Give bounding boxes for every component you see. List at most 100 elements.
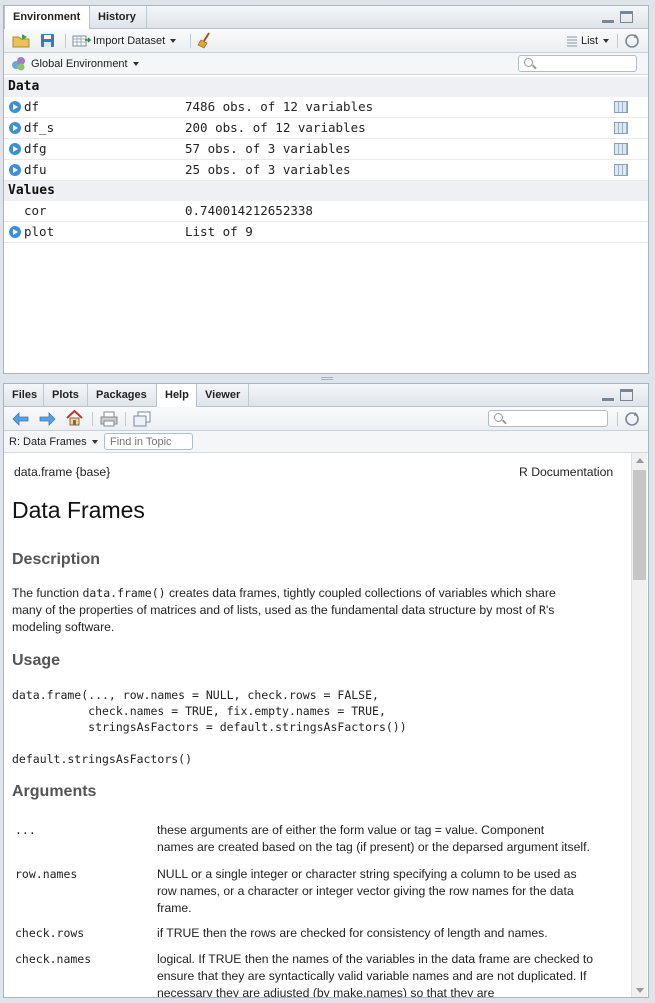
splitter-grip-icon (321, 377, 333, 380)
minimize-icon[interactable] (602, 20, 614, 23)
expand-arrow-icon[interactable] (9, 164, 21, 176)
argument-row: ... these arguments are of either the fo… (12, 822, 624, 856)
maximize-icon[interactable] (620, 389, 633, 401)
help-scrollbar[interactable] (631, 453, 647, 997)
argument-line: names are created based on the tag (if p… (157, 840, 590, 854)
tab-help[interactable]: Help (156, 384, 197, 408)
argument-line: frame. (157, 901, 192, 915)
view-mode-select[interactable]: List (581, 33, 610, 49)
section-header-data: Data (4, 77, 648, 97)
import-dataset-label: Import Dataset (93, 35, 166, 47)
env-row-cor[interactable]: cor 0.740014212652338 (4, 201, 648, 222)
argument-line: row names, or a character or integer vec… (157, 884, 574, 898)
env-row-plot[interactable]: plot List of 9 (4, 222, 648, 243)
usage-code: data.frame(..., row.names = NULL, check.… (12, 688, 407, 766)
argument-line: these arguments are of either the form v… (157, 823, 545, 837)
description-text-3: many of the properties of matrices and o… (12, 603, 540, 617)
env-row-df_s[interactable]: df_s 200 obs. of 12 variables (4, 118, 648, 139)
help-search-input[interactable] (488, 410, 608, 427)
open-workspace-icon[interactable] (12, 33, 32, 49)
refresh-icon[interactable] (624, 411, 641, 428)
scroll-down-icon[interactable] (636, 988, 644, 993)
environment-list: Data df 7486 obs. of 12 variables df_s 2… (4, 77, 648, 243)
chevron-down-icon (603, 39, 610, 44)
search-icon (494, 413, 503, 422)
view-data-grid-icon[interactable] (614, 164, 628, 176)
find-in-topic-input[interactable] (104, 433, 193, 450)
import-dataset-icon[interactable] (72, 34, 92, 48)
forward-arrow-icon[interactable] (39, 412, 56, 426)
expand-arrow-icon[interactable] (9, 101, 21, 113)
description-text-5: modeling software. (12, 620, 115, 634)
tab-viewer[interactable]: Viewer (197, 384, 249, 407)
help-package-label: data.frame {base} (14, 465, 111, 479)
section-header-values: Values (4, 181, 648, 201)
variable-value: 200 obs. of 12 variables (185, 120, 366, 135)
argument-row: row.names NULL or a single integer or ch… (12, 866, 624, 917)
expand-arrow-icon[interactable] (9, 143, 21, 155)
help-topic-select[interactable]: R: Data Frames (9, 434, 98, 450)
chevron-down-icon (132, 62, 139, 67)
argument-name: ... (15, 823, 36, 837)
argument-name: row.names (15, 867, 78, 881)
scrollbar-thumb[interactable] (633, 470, 646, 580)
argument-line: if TRUE then the rows are checked for co… (157, 926, 548, 940)
environment-scope-bar: Global Environment (4, 53, 648, 75)
print-icon[interactable] (100, 411, 118, 427)
import-dataset-button[interactable]: Import Dataset (93, 33, 177, 49)
back-arrow-icon[interactable] (12, 412, 29, 426)
r-environment-icon (12, 57, 25, 71)
argument-line: logical. If TRUE then the names of the v… (157, 952, 594, 966)
show-in-new-window-icon[interactable] (133, 411, 151, 427)
argument-row: check.rows if TRUE then the rows are che… (12, 925, 624, 942)
usage-heading: Usage (12, 652, 61, 669)
list-view-icon (567, 36, 577, 47)
broom-icon[interactable] (197, 32, 213, 49)
tab-history[interactable]: History (90, 6, 147, 29)
scroll-up-icon[interactable] (636, 458, 644, 463)
variable-value: 57 obs. of 3 variables (185, 141, 351, 156)
maximize-icon[interactable] (620, 11, 633, 23)
view-data-grid-icon[interactable] (614, 122, 628, 134)
env-row-df[interactable]: df 7486 obs. of 12 variables (4, 97, 648, 118)
refresh-icon[interactable] (624, 33, 641, 50)
variable-name: df (24, 99, 40, 114)
env-row-dfg[interactable]: dfg 57 obs. of 3 variables (4, 139, 648, 160)
environment-toolbar: Import Dataset List (4, 29, 648, 53)
argument-line: necessary they are adjusted (by make.nam… (157, 986, 495, 998)
expand-arrow-icon[interactable] (9, 122, 21, 134)
description-heading: Description (12, 551, 101, 568)
description-text-2: creates data frames, tightly coupled col… (165, 586, 556, 600)
help-content: data.frame {base} R Documentation Data F… (4, 453, 631, 998)
help-pane: Files Plots Packages Help Viewer R: Data… (3, 383, 649, 998)
variable-value: 7486 obs. of 12 variables (185, 99, 374, 114)
argument-description: if TRUE then the rows are checked for co… (157, 925, 625, 942)
environment-scope-label: Global Environment (31, 58, 128, 70)
environment-tabbar: Environment History (4, 6, 648, 30)
variable-value: List of 9 (185, 224, 253, 239)
environment-search-input[interactable] (518, 55, 637, 72)
tab-packages[interactable]: Packages (88, 384, 157, 407)
view-mode-label: List (581, 35, 599, 47)
chevron-down-icon (170, 39, 177, 44)
minimize-icon[interactable] (602, 398, 614, 401)
argument-description: NULL or a single integer or character st… (157, 866, 625, 917)
tab-plots[interactable]: Plots (44, 384, 88, 407)
tab-environment[interactable]: Environment (4, 6, 90, 30)
view-data-grid-icon[interactable] (614, 143, 628, 155)
pane-splitter[interactable] (0, 374, 655, 383)
env-row-dfu[interactable]: dfu 25 obs. of 3 variables (4, 160, 648, 181)
argument-line: ensure that they are syntactically valid… (157, 969, 587, 983)
variable-name: df_s (24, 120, 55, 135)
home-icon[interactable] (66, 410, 83, 427)
help-toolbar (4, 407, 648, 431)
save-workspace-icon[interactable] (40, 33, 56, 49)
description-text-4: 's (545, 603, 555, 617)
tab-files[interactable]: Files (4, 384, 44, 407)
description-text-1: The function (12, 586, 83, 600)
variable-value: 0.740014212652338 (185, 203, 313, 218)
view-data-grid-icon[interactable] (614, 101, 628, 113)
environment-scope-select[interactable]: Global Environment (31, 56, 139, 72)
argument-line: NULL or a single integer or character st… (157, 867, 577, 881)
expand-arrow-icon[interactable] (9, 226, 21, 238)
